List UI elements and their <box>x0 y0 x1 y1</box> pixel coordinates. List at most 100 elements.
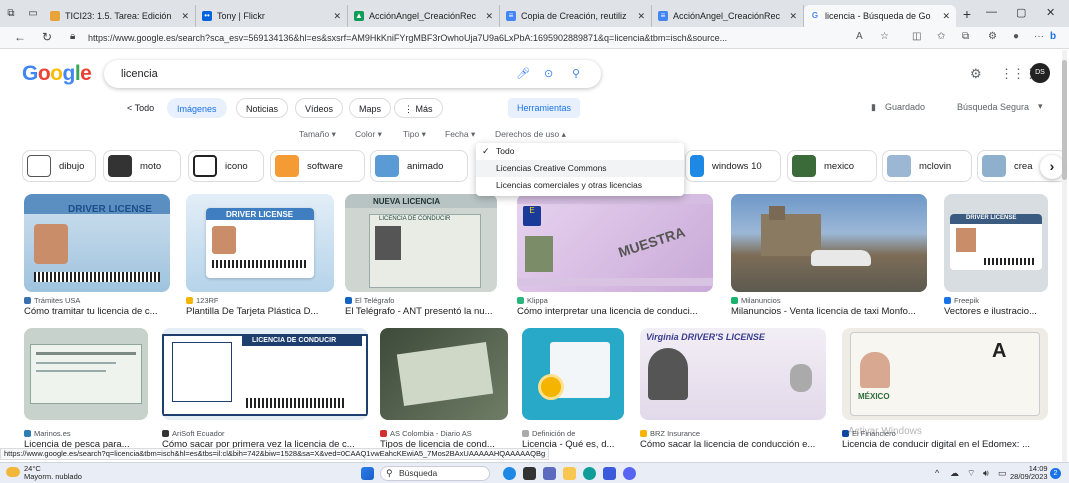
onedrive-icon[interactable]: ☁ <box>950 468 959 479</box>
type-filter[interactable]: Tipo ▾ <box>403 129 426 140</box>
close-window-icon[interactable]: ✕ <box>1046 6 1055 19</box>
chip-dibujo[interactable]: dibujo <box>22 150 96 182</box>
scrollbar-thumb[interactable] <box>1062 60 1067 180</box>
image-result[interactable]: DRIVER LICENSE Freepik Vectores e ilustr… <box>944 194 1056 319</box>
copilot-icon[interactable]: b <box>1050 31 1056 42</box>
result-caption[interactable]: Cómo interpretar una licencia de conduci… <box>517 306 717 317</box>
google-logo[interactable]: Google <box>22 62 92 86</box>
settings-gear-icon[interactable]: ⚙ <box>970 66 982 82</box>
image-result[interactable]: Milanuncios Milanuncios - Venta licencia… <box>731 194 931 319</box>
back-arrow-icon[interactable]: ← <box>14 30 26 44</box>
chevron-down-icon[interactable]: ▾ <box>1038 101 1043 112</box>
close-tab-icon[interactable]: ✕ <box>942 11 950 22</box>
reload-icon[interactable]: ↻ <box>42 30 52 44</box>
result-image[interactable] <box>24 328 148 420</box>
lock-icon[interactable]: 🔒︎ <box>70 31 75 42</box>
image-result[interactable]: E MUESTRA Klippa Cómo interpretar una li… <box>517 194 717 319</box>
chip-mclovin[interactable]: mclovin <box>882 150 972 182</box>
date-filter[interactable]: Fecha ▾ <box>445 129 475 140</box>
clock[interactable]: 14:09 28/09/2023 <box>1010 465 1048 481</box>
chip-animado[interactable]: animado <box>370 150 468 182</box>
avatar[interactable]: DS <box>1030 63 1050 83</box>
result-caption[interactable]: Cómo sacar la licencia de conducción e..… <box>640 439 832 450</box>
browser-tab-1[interactable]: TICI23: 1.5. Tarea: Edición ✕ <box>44 5 196 27</box>
search-box[interactable]: licencia 🎤︎ ⊙ ⚲ <box>104 60 601 88</box>
result-image[interactable]: DRIVER LICENSE <box>24 194 170 292</box>
result-image[interactable]: NUEVA LICENCIA LICENCIA DE CONDUCIR <box>345 194 497 292</box>
workspaces-icon[interactable]: ⧉ <box>0 0 22 27</box>
chip-icono[interactable]: icono <box>188 150 264 182</box>
close-tab-icon[interactable]: ✕ <box>333 11 341 22</box>
result-image[interactable]: Virginia DRIVER'S LICENSE <box>640 328 826 420</box>
close-tab-icon[interactable]: ✕ <box>181 11 189 22</box>
discord-icon[interactable] <box>623 467 636 480</box>
tab-imagenes[interactable]: Imágenes <box>167 98 227 118</box>
color-filter[interactable]: Color ▾ <box>355 129 382 140</box>
result-caption[interactable]: Licencia de conducir digital en el Edome… <box>842 439 1054 450</box>
lens-icon[interactable]: ⊙ <box>544 67 553 80</box>
menu-item-creative-commons[interactable]: Licencias Creative Commons <box>476 160 684 177</box>
browser-tab-3[interactable]: ▲ AcciónAngel_CreaciónRec ✕ <box>348 5 500 27</box>
tab-videos[interactable]: Vídeos <box>295 98 344 118</box>
scrollbar[interactable] <box>1062 50 1067 462</box>
browser-tab-4[interactable]: ≡ Copia de Creación, reutiliz ✕ <box>500 5 652 27</box>
profile-icon[interactable]: ● <box>1013 31 1019 42</box>
image-result[interactable]: Virginia DRIVER'S LICENSE BRZ Insurance … <box>640 328 832 453</box>
favorite-star-icon[interactable]: ☆ <box>880 31 889 42</box>
result-caption[interactable]: Cómo tramitar tu licencia de c... <box>24 306 172 317</box>
search-input[interactable]: licencia <box>121 68 158 80</box>
chip-windows-10[interactable]: windows 10 <box>685 150 781 182</box>
edge-browser-icon[interactable] <box>583 467 596 480</box>
more-menu-icon[interactable]: ··· <box>1034 31 1044 42</box>
taskbar-search[interactable]: ⚲ Búsqueda <box>380 466 490 481</box>
voice-search-icon[interactable]: 🎤︎ <box>516 67 530 80</box>
result-caption[interactable]: El Telégrafo - ANT presentó la nu... <box>345 306 503 317</box>
maximize-icon[interactable]: ▢ <box>1016 6 1026 19</box>
image-result[interactable]: DRIVER LICENSE Trámites USA Cómo tramita… <box>24 194 172 319</box>
browser-tab-active[interactable]: G licencia - Búsqueda de Go ✕ <box>804 5 956 27</box>
store-icon[interactable] <box>603 467 616 480</box>
result-image[interactable]: MÉXICO A <box>842 328 1048 420</box>
windows-start-icon[interactable] <box>361 467 374 480</box>
tab-todo[interactable]: < Todo <box>118 98 164 118</box>
image-result[interactable]: LICENCIA DE CONDUCIR AriSoft Ecuador Cóm… <box>162 328 372 453</box>
chevron-up-icon[interactable]: ^ <box>935 468 939 478</box>
new-tab-icon[interactable]: + <box>956 0 978 27</box>
tools-button[interactable]: Herramientas <box>508 98 581 118</box>
task-view-icon[interactable] <box>523 467 536 480</box>
chip-mexico[interactable]: mexico <box>787 150 877 182</box>
tab-mas[interactable]: ⋮ Más <box>394 98 443 118</box>
result-caption[interactable]: Vectores e ilustracio... <box>944 306 1056 317</box>
collections-icon[interactable]: ⧉ <box>962 31 969 42</box>
read-aloud-icon[interactable]: A <box>856 31 863 42</box>
tab-maps[interactable]: Maps <box>349 98 392 118</box>
close-tab-icon[interactable]: ✕ <box>485 11 493 22</box>
menu-item-todo[interactable]: ✓ Todo <box>476 143 684 160</box>
favorites-icon[interactable]: ✩ <box>937 31 945 42</box>
usage-rights-filter[interactable]: Derechos de uso ▴ <box>495 129 566 140</box>
tab-noticias[interactable]: Noticias <box>236 98 289 118</box>
menu-item-commercial-licenses[interactable]: Licencias comerciales y otras licencias <box>476 177 684 194</box>
url-field[interactable]: https://www.google.es/search?sca_esv=569… <box>88 30 848 46</box>
weather-widget[interactable]: 24°C Mayorm. nublado <box>24 465 82 481</box>
image-result[interactable]: NUEVA LICENCIA LICENCIA DE CONDUCIR El T… <box>345 194 503 319</box>
image-result[interactable]: Definición de Licencia - Qué es, d... <box>522 328 626 453</box>
browser-tab-5[interactable]: ≡ AcciónAngel_CreaciónRec ✕ <box>652 5 804 27</box>
chevron-right-icon[interactable]: › <box>1040 155 1064 179</box>
result-image[interactable]: DRIVER LICENSE <box>186 194 334 292</box>
result-caption[interactable]: Plantilla De Tarjeta Plástica D... <box>186 306 336 317</box>
extensions-icon[interactable]: ⚙ <box>988 31 997 42</box>
saved-link[interactable]: Guardado <box>885 102 925 112</box>
image-result[interactable]: DRIVER LICENSE 123RF Plantilla De Tarjet… <box>186 194 336 319</box>
notification-badge[interactable]: 2 <box>1050 468 1061 479</box>
safe-search-dropdown[interactable]: Búsqueda Segura <box>957 102 1029 112</box>
split-screen-icon[interactable]: ◫ <box>912 31 921 42</box>
copilot-taskbar-icon[interactable] <box>503 467 516 480</box>
result-image[interactable] <box>380 328 508 420</box>
search-icon[interactable]: ⚲ <box>572 67 580 80</box>
minimize-icon[interactable]: — <box>986 6 997 18</box>
file-explorer-icon[interactable] <box>563 467 576 480</box>
result-image[interactable]: DRIVER LICENSE <box>944 194 1048 292</box>
tab-actions-icon[interactable]: ▭ <box>22 0 44 27</box>
volume-icon[interactable]: 🔊︎ <box>983 468 989 479</box>
